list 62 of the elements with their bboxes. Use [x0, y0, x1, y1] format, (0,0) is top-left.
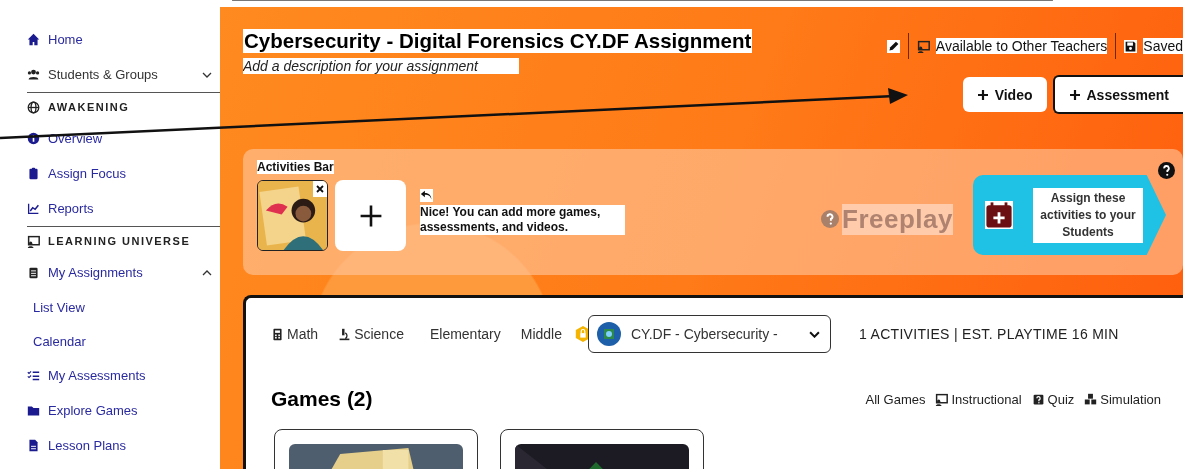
- pencil-icon[interactable]: [886, 39, 900, 53]
- sidebar-item[interactable]: My Assessments: [27, 358, 220, 393]
- sidebar-item[interactable]: Assign Focus: [27, 156, 220, 191]
- cubes-icon: [1084, 392, 1098, 406]
- section-heading: LEARNING UNIVERSE: [48, 235, 191, 247]
- home-icon: [27, 33, 40, 46]
- remove-button[interactable]: [313, 181, 327, 197]
- section-title: Games (2): [271, 387, 373, 411]
- sidebar-item[interactable]: Explore Games: [27, 393, 220, 428]
- plus-icon: [976, 88, 989, 101]
- clipboard-list-icon: [27, 266, 40, 279]
- clipboard-icon: [27, 167, 40, 180]
- undo-icon: [420, 189, 433, 202]
- hint-text: Nice! You can add more games, assessments, and videos.: [420, 205, 625, 235]
- assign-button[interactable]: Assign these activities to your Students: [973, 175, 1166, 255]
- subject-filter[interactable]: Math: [271, 326, 319, 342]
- game-type-filter[interactable]: Simulation: [1084, 391, 1161, 407]
- game-type-filter[interactable]: All Games: [865, 391, 926, 407]
- microscope-icon: [338, 327, 352, 341]
- presentation-icon: [27, 234, 40, 248]
- section-heading: AWAKENING: [48, 101, 130, 113]
- bar-title: Activities Bar: [257, 160, 334, 174]
- info-icon: [27, 132, 40, 145]
- subject-filter[interactable]: Elementary: [429, 326, 501, 342]
- presentation-icon: [935, 392, 949, 406]
- globe-icon: [27, 100, 40, 114]
- close-icon: [315, 184, 325, 194]
- sidebar-item[interactable]: Reports: [27, 191, 220, 226]
- document-icon: [27, 439, 40, 452]
- sidebar-item[interactable]: My Assignments: [27, 255, 220, 290]
- sidebar-subitem[interactable]: List View: [33, 290, 220, 324]
- mode-label: Freeplay: [842, 203, 953, 235]
- subject-filter[interactable]: Middle: [520, 326, 562, 342]
- course-dropdown[interactable]: CY.DF - Cybersecurity -: [588, 315, 831, 353]
- sharing-status[interactable]: Available to Other Teachers: [935, 38, 1108, 54]
- game-type-filter[interactable]: Instructional: [935, 391, 1022, 407]
- subject-filter[interactable]: Science: [338, 326, 404, 342]
- plus-icon: [1068, 88, 1081, 101]
- presentation-icon: [916, 39, 930, 53]
- sidebar-item[interactable]: Overview: [27, 121, 220, 156]
- calculator-icon: [271, 327, 284, 341]
- game-type-filter[interactable]: Quiz: [1031, 391, 1075, 407]
- checklist-icon: [27, 369, 40, 382]
- calendar-plus-icon: [985, 201, 1013, 229]
- sidebar-item[interactable]: Students & Groups: [27, 57, 220, 92]
- add-button[interactable]: Assessment: [1052, 75, 1183, 114]
- users-icon: [27, 68, 40, 81]
- sidebar-item[interactable]: Home: [27, 22, 220, 57]
- playtime-summary: 1 ACTIVITIES | EST. PLAYTIME 16 MIN: [859, 326, 1119, 342]
- assignment-title[interactable]: Cybersecurity - Digital Forensics CY.DF Assignment: [243, 29, 753, 53]
- sidebar-subitem[interactable]: Calendar: [33, 324, 220, 358]
- sidebar-item[interactable]: Lesson Plans: [27, 428, 220, 463]
- description-field[interactable]: Add a description for your assignment: [243, 58, 519, 74]
- help-icon[interactable]: [1158, 162, 1175, 179]
- save-icon: [1124, 39, 1138, 53]
- chevron-down-icon: [809, 330, 820, 338]
- folder-icon: [27, 404, 40, 417]
- chart-icon: [27, 202, 40, 215]
- save-status: Saved: [1143, 38, 1183, 54]
- question-icon: [1031, 392, 1045, 406]
- add-button[interactable]: Video: [962, 77, 1047, 112]
- course-icon: [597, 322, 621, 346]
